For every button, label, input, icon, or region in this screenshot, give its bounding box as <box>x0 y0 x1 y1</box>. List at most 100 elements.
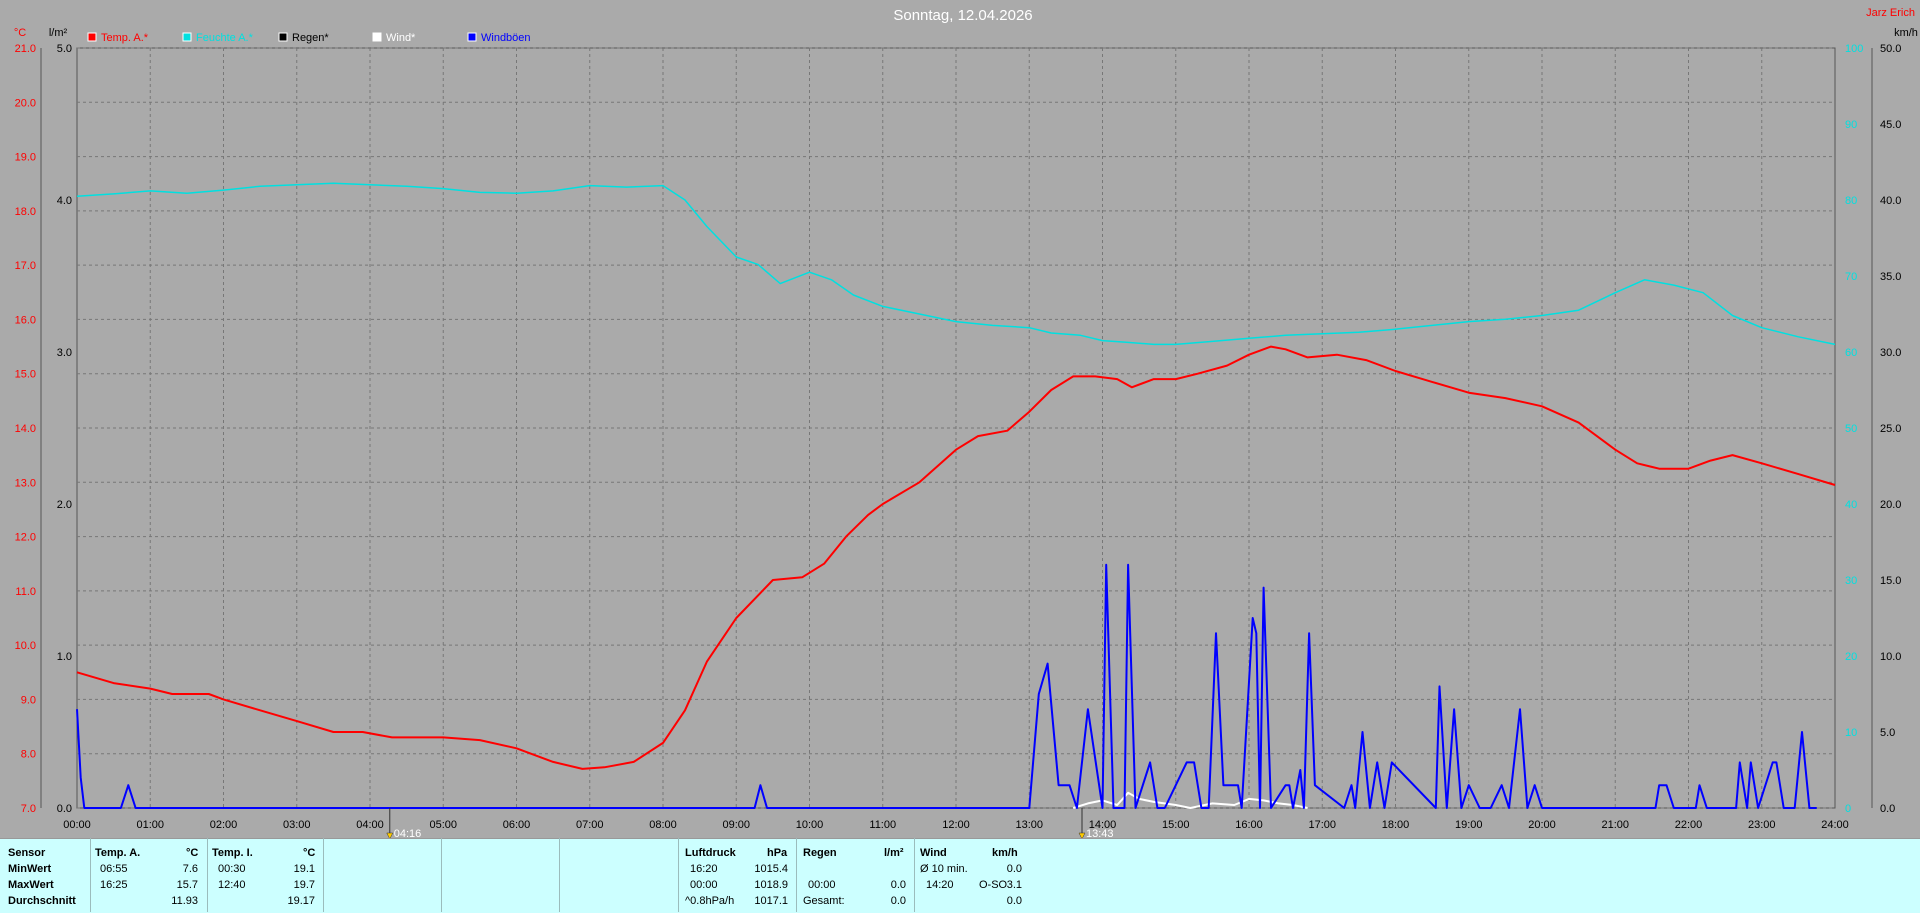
x-tick-label: 18:00 <box>1382 819 1410 831</box>
wind-avg-label: Ø 10 min. <box>920 863 968 875</box>
divider <box>796 838 797 912</box>
wind-tick-label: 50.0 <box>1880 43 1901 55</box>
wind-tick-label: 40.0 <box>1880 195 1901 207</box>
temp-tick-label: 7.0 <box>21 803 36 815</box>
x-tick-label: 07:00 <box>576 819 604 831</box>
temp-i-max-time: 12:40 <box>218 879 246 891</box>
divider <box>559 838 560 912</box>
humidity-tick-label: 90 <box>1845 119 1857 131</box>
temp-i-max-value: 19.7 <box>293 879 315 891</box>
rain-total-label: Gesamt: <box>803 895 845 907</box>
legend-swatch <box>372 32 382 42</box>
rain-max-time: 00:00 <box>808 879 836 891</box>
humidity-tick-label: 80 <box>1845 195 1857 207</box>
rain-axis-unit: l/m² <box>49 27 68 39</box>
temp-i-min-value: 19.1 <box>293 863 315 875</box>
x-tick-label: 05:00 <box>429 819 457 831</box>
x-tick-label: 04:00 <box>356 819 384 831</box>
legend-label: Feuchte A.* <box>196 32 254 44</box>
temp-a-max-value: 15.7 <box>176 879 198 891</box>
row-label-sensor: Sensor <box>8 847 46 859</box>
humidity-tick-label: 30 <box>1845 575 1857 587</box>
wind-tick-label: 30.0 <box>1880 347 1901 359</box>
pressure-average: 1017.1 <box>754 895 788 907</box>
pressure-max-value: 1018.9 <box>754 879 788 891</box>
marker-label: 13:43 <box>1086 828 1114 838</box>
wind-max-value: 3.1 <box>1006 879 1022 891</box>
temp-i-average: 19.17 <box>287 895 315 907</box>
rain-max-value: 0.0 <box>890 879 906 891</box>
legend-label: Windböen <box>481 32 531 44</box>
temp-tick-label: 13.0 <box>15 477 36 489</box>
humidity-tick-label: 50 <box>1845 423 1857 435</box>
humidity-tick-label: 40 <box>1845 499 1857 511</box>
wind-avg-value: 0.0 <box>1006 863 1022 875</box>
x-tick-label: 03:00 <box>283 819 311 831</box>
humidity-tick-label: 10 <box>1845 727 1857 739</box>
temp-a-header: Temp. A. <box>95 847 141 859</box>
legend-swatch <box>182 32 192 42</box>
rain-unit: l/m² <box>884 847 904 859</box>
temp-a-max-time: 16:25 <box>100 879 128 891</box>
x-tick-label: 01:00 <box>136 819 164 831</box>
x-tick-label: 19:00 <box>1455 819 1483 831</box>
temp-tick-label: 12.0 <box>15 532 36 544</box>
x-tick-label: 20:00 <box>1528 819 1556 831</box>
humidity-tick-label: 70 <box>1845 271 1857 283</box>
divider <box>90 838 91 912</box>
x-tick-label: 00:00 <box>63 819 91 831</box>
legend-swatch <box>278 32 288 42</box>
temp-tick-label: 14.0 <box>15 423 36 435</box>
temp-a-average: 11.93 <box>171 895 198 907</box>
humidity-tick-label: 0 <box>1845 803 1851 815</box>
x-tick-label: 09:00 <box>722 819 750 831</box>
wind-header: Wind <box>920 847 947 859</box>
x-tick-label: 11:00 <box>869 819 896 831</box>
marker-label: 04:16 <box>394 828 422 838</box>
pressure-max-time: 00:00 <box>690 879 718 891</box>
temp-i-min-time: 00:30 <box>218 863 246 875</box>
humidity-tick-label: 20 <box>1845 651 1857 663</box>
temp-tick-label: 19.0 <box>15 152 36 164</box>
row-label-min: MinWert <box>8 863 52 875</box>
rain-header: Regen <box>803 847 837 859</box>
x-tick-label: 15:00 <box>1162 819 1190 831</box>
wind-unit: km/h <box>992 847 1018 859</box>
pressure-min-time: 16:20 <box>690 863 718 875</box>
rain-tick-label: 2.0 <box>57 499 72 511</box>
temp-tick-label: 11.0 <box>15 586 36 598</box>
divider <box>914 838 915 912</box>
temp-tick-label: 21.0 <box>15 43 36 55</box>
wind-tick-label: 15.0 <box>1880 575 1901 587</box>
legend-swatch <box>467 32 477 42</box>
legend-swatch <box>87 32 97 42</box>
x-tick-label: 06:00 <box>503 819 531 831</box>
humidity-tick-label: 100 <box>1845 43 1863 55</box>
rain-total-value: 0.0 <box>890 895 906 907</box>
legend-label: Temp. A.* <box>101 32 149 44</box>
rain-tick-label: 5.0 <box>57 43 72 55</box>
temp-i-unit: °C <box>303 847 316 859</box>
temp-a-min-value: 7.6 <box>182 863 198 875</box>
wind-tick-label: 25.0 <box>1880 423 1901 435</box>
x-tick-label: 12:00 <box>942 819 970 831</box>
divider <box>678 838 679 912</box>
temp-tick-label: 16.0 <box>15 314 36 326</box>
temp-tick-label: 18.0 <box>15 206 36 218</box>
pressure-unit: hPa <box>767 847 788 859</box>
humidity-tick-label: 60 <box>1845 347 1857 359</box>
legend-label: Regen* <box>292 32 329 44</box>
wind-tick-label: 5.0 <box>1880 727 1895 739</box>
temp-tick-label: 9.0 <box>21 694 36 706</box>
wind-tick-label: 10.0 <box>1880 651 1901 663</box>
wind-tick-label: 20.0 <box>1880 499 1901 511</box>
pressure-trend: ^0.8hPa/h <box>685 895 735 907</box>
wind-average: 0.0 <box>1006 895 1022 907</box>
x-tick-label: 10:00 <box>796 819 824 831</box>
rain-tick-label: 4.0 <box>57 195 72 207</box>
temp-tick-label: 17.0 <box>15 260 36 272</box>
x-tick-label: 23:00 <box>1748 819 1776 831</box>
rain-tick-label: 1.0 <box>57 651 72 663</box>
x-tick-label: 16:00 <box>1235 819 1263 831</box>
temp-a-unit: °C <box>186 847 199 859</box>
